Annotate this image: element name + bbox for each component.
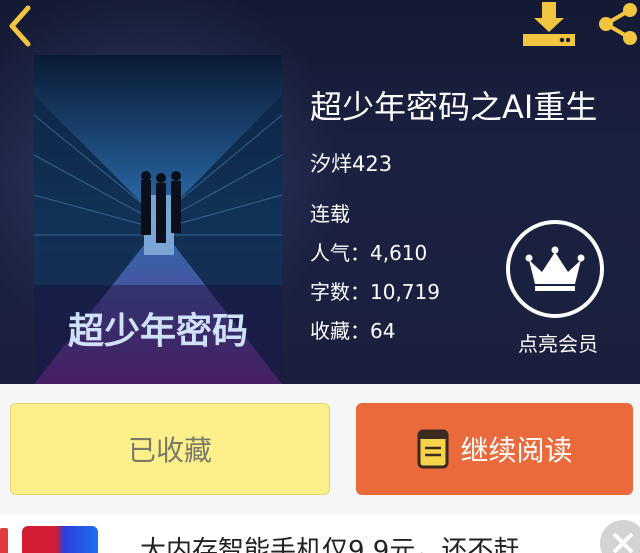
crown-icon [525, 246, 585, 291]
ad-marker [0, 528, 8, 553]
book-title: 超少年密码之AI重生 [310, 88, 598, 126]
share-icon[interactable] [596, 0, 640, 48]
close-icon[interactable] [600, 520, 640, 553]
book-status: 连载 [310, 202, 350, 226]
favorited-button[interactable]: 已收藏 [10, 403, 330, 495]
vip-membership-button[interactable]: 点亮会员 [505, 220, 611, 360]
ad-text: 大内存智能手机仅9.9元，还不赶 [140, 536, 520, 553]
vip-badge [506, 220, 604, 318]
cover-title-art: 超少年密码 [68, 310, 248, 352]
back-arrow-icon[interactable] [4, 4, 36, 48]
book-favorites: 收藏：64 [310, 319, 396, 343]
continue-reading-button[interactable]: 继续阅读 [356, 403, 633, 495]
book-popularity: 人气：4,610 [310, 241, 428, 265]
book-cover-image[interactable]: 超少年密码 [34, 55, 282, 384]
book-author[interactable]: 汐烊423 [310, 148, 392, 178]
favorited-label: 已收藏 [127, 434, 212, 467]
continue-reading-label: 继续阅读 [460, 434, 573, 467]
cover-artwork: 超少年密码 [34, 55, 282, 384]
ad-phone-thumbnail [22, 526, 98, 553]
book-header: 超少年密码 超少年密码之AI重生 汐烊423 连载 人气：4,610 字数：10… [0, 0, 640, 384]
download-icon[interactable] [522, 0, 576, 48]
ad-banner[interactable]: 大内存智能手机仅9.9元，还不赶 [0, 514, 640, 553]
vip-label: 点亮会员 [518, 332, 598, 356]
book-word-count: 字数：10,719 [310, 280, 440, 304]
book-icon [417, 429, 449, 469]
action-bar: 已收藏 继续阅读 [0, 384, 640, 514]
